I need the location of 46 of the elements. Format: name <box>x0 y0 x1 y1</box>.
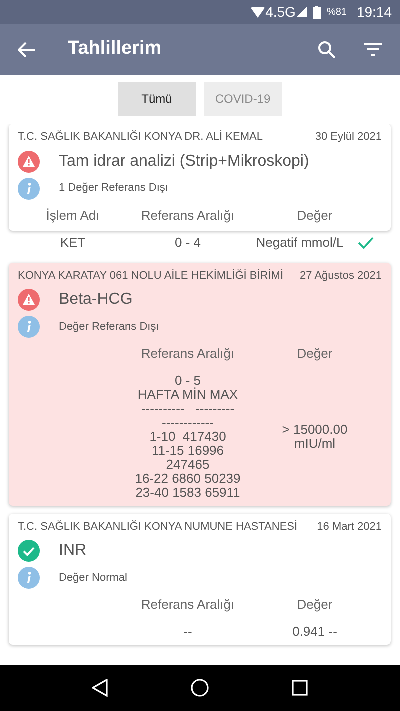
recents-icon[interactable] <box>292 680 308 696</box>
signal-icon <box>296 7 307 17</box>
clock: 19:14 <box>356 2 392 22</box>
battery-icon <box>312 6 321 18</box>
battery-level: %81 <box>326 6 347 20</box>
result-card[interactable]: T.C. SAĞLIK BAKANLIĞI KONYA NUMUNE HASTANESİ 16 Mart 2021 INR Değer Normal Referans Aralığı Değer -- 0.941 -- <box>9 514 391 644</box>
table-cell-text: KET <box>59 234 87 252</box>
table-cell-text: 0.941 -- <box>292 624 338 638</box>
result-date: 27 Ağustos 2021 <box>300 268 382 284</box>
institution-name: T.C. SAĞLIK BAKANLIĞI KONYA DR. ALİ KEMAL <box>18 130 263 145</box>
home-icon[interactable] <box>190 679 209 697</box>
result-card[interactable] <box>9 262 391 506</box>
filter-tab[interactable]: Tümü <box>118 82 196 116</box>
result-note: Değer Normal <box>59 570 128 586</box>
test-name: Beta-HCG <box>59 290 133 310</box>
column-header: Değer <box>296 345 334 363</box>
table-cell-text: 0 - 4 <box>174 234 202 252</box>
table-cell-text: 0 - 5 HAFTA MİN MAX ---------- --------- ------------ 1-10 417430 11-15 16996 247465 16-22 6860 50239 23-40 1583 65911 <box>134 374 242 500</box>
table-cell-text: > 15000.00 mIU/ml <box>281 422 349 450</box>
result-note: 1 Değer Referans Dışı <box>59 181 168 196</box>
filter-icon[interactable] <box>364 43 382 56</box>
network-type: 4.5G <box>266 2 296 22</box>
info-icon <box>18 316 40 338</box>
test-name: INR <box>59 541 87 561</box>
result-date: 16 Mart 2021 <box>317 520 382 534</box>
column-header: Değer <box>296 206 334 225</box>
column-header: Referans Aralığı <box>140 345 236 363</box>
info-icon <box>18 178 40 200</box>
institution-name: KONYA KARATAY 061 NOLU AİLE HEKİMLİĞİ BİRİMİ <box>18 268 284 284</box>
test-name: Tam idrar analizi (Strip+Mikroskopi) <box>59 152 310 172</box>
back-arrow-icon[interactable] <box>18 42 36 58</box>
column-header: Referans Aralığı <box>140 596 236 614</box>
result-card[interactable]: T.C. SAĞLIK BAKANLIĞI KONYA DR. ALİ KEMAL 30 Eylül 2021 Tam idrar analizi (Strip+Mikroskopi) 1 Değer Referans Dışı İşlem Adı Referans Aralığı Değer <box>9 124 391 231</box>
column-header: Değer <box>296 596 334 614</box>
institution-name: T.C. SAĞLIK BAKANLIĞI KONYA NUMUNE HASTANESİ <box>18 520 298 534</box>
result-note: Değer Referans Dışı <box>59 320 160 335</box>
page-title: Tahlillerim <box>68 37 163 62</box>
result-date: 30 Eylül 2021 <box>315 130 382 145</box>
table-cell-text: Negatif mmol/L <box>255 234 345 252</box>
search-icon[interactable] <box>318 40 336 58</box>
back-icon[interactable] <box>92 679 108 697</box>
column-header: İşlem Adı <box>45 206 101 225</box>
table-cell-text: -- <box>182 624 194 638</box>
info-icon <box>18 567 40 589</box>
wifi-icon <box>250 6 265 18</box>
column-header: Referans Aralığı <box>140 206 236 225</box>
